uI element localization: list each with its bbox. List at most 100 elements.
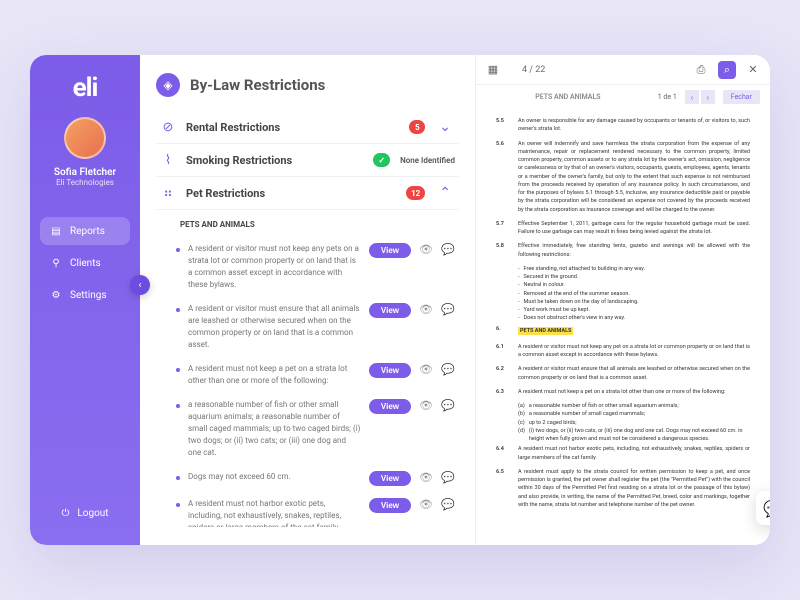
next-page-button[interactable]: › <box>701 90 715 104</box>
nav-label: Settings <box>70 290 107 301</box>
fechar-button[interactable]: Fechar <box>723 90 760 104</box>
eye-icon[interactable]: 👁 <box>419 243 433 257</box>
clause-text: A resident must not keep a pet on a stra… <box>518 388 750 396</box>
clause-row: 6.3A resident must not keep a pet on a s… <box>496 388 750 396</box>
eye-icon[interactable]: 👁 <box>419 399 433 413</box>
sub-item: Does not obstruct other's view in any wa… <box>524 314 626 322</box>
item-text: A resident must not harbor exotic pets, … <box>188 498 361 527</box>
view-button[interactable]: View <box>369 399 411 414</box>
comment-icon[interactable]: 💬 <box>441 399 455 413</box>
clause-row: 6.4A resident must not harbor exotic pet… <box>496 445 750 462</box>
comment-icon[interactable]: 💬 <box>441 498 455 512</box>
page-indicator: 4 / 22 <box>510 65 684 75</box>
clause-text: A resident must apply to the strata coun… <box>518 468 750 509</box>
close-icon[interactable]: ✕ <box>744 61 762 79</box>
sidebar: eli Sofia Fletcher Eli Technologies ▤Rep… <box>30 55 140 545</box>
view-button[interactable]: View <box>369 243 411 258</box>
clause-row: 5.5An owner is responsible for any damag… <box>496 117 750 134</box>
section-pet[interactable]: ⠶ Pet Restrictions 12 ⌃ <box>156 177 459 210</box>
nav: ▤ Reports ⚲Clients ⚙Settings <box>30 217 140 313</box>
clause-number: 6.1 <box>496 343 510 360</box>
sub-item: Free standing, not attached to building … <box>524 265 645 273</box>
none-identified: None Identified <box>400 156 455 165</box>
clause-text: An owner will indemnify and save harmles… <box>518 140 750 214</box>
count-badge: 5 <box>409 120 425 134</box>
clause-number: 6.5 <box>496 468 510 509</box>
clause-text: Effective September 1, 2011, garbage can… <box>518 220 750 237</box>
sub-item: Neutral in colour. <box>524 281 565 289</box>
clause-text: A resident or visitor must not keep any … <box>518 343 750 360</box>
clause-number: 6.2 <box>496 365 510 382</box>
sub-item: Secured in the ground. <box>524 273 579 281</box>
view-button[interactable]: View <box>369 363 411 378</box>
comment-icon[interactable]: 💬 <box>441 363 455 377</box>
chevron-up-icon[interactable]: ⌃ <box>435 185 455 201</box>
restriction-items: PETS AND ANIMALS A resident or visitor m… <box>156 210 459 527</box>
view-button[interactable]: View <box>369 498 411 513</box>
nav-reports[interactable]: ▤ Reports <box>40 217 130 245</box>
view-button[interactable]: View <box>369 303 411 318</box>
item-text: A resident or visitor must ensure that a… <box>188 303 361 351</box>
restriction-item: A resident or visitor must not keep any … <box>156 237 459 297</box>
nav-label: Reports <box>70 226 105 237</box>
search-icon[interactable]: ⌕ <box>718 61 736 79</box>
eye-icon[interactable]: 👁 <box>419 303 433 317</box>
bullet <box>176 368 180 372</box>
sub-item: Must be taken down on the day of landsca… <box>524 298 639 306</box>
clause-number: 6. <box>496 325 510 337</box>
nav-settings[interactable]: ⚙Settings <box>40 281 130 309</box>
comment-icon[interactable]: 💬 <box>441 303 455 317</box>
sub-text: up to 2 caged birds; <box>529 419 577 427</box>
view-button[interactable]: View <box>369 471 411 486</box>
clause-text: A resident must not harbor exotic pets, … <box>518 445 750 462</box>
comment-icon[interactable]: 💬 <box>441 471 455 485</box>
section-rental[interactable]: ⊘ Rental Restrictions 5 ⌄ <box>156 111 459 144</box>
clients-icon: ⚲ <box>50 257 62 269</box>
shield-icon: ◈ <box>156 73 180 97</box>
grid-icon[interactable]: ▦ <box>484 61 502 79</box>
user-company: Eli Technologies <box>56 178 114 187</box>
page-title: By-Law Restrictions <box>190 76 325 94</box>
items-header: PETS AND ANIMALS <box>156 216 459 237</box>
viewer-toolbar: ▦ 4 / 22 ⎙ ⌕ ✕ <box>476 55 770 85</box>
rental-icon: ⊘ <box>160 119 176 135</box>
print-icon[interactable]: ⎙ <box>692 61 710 79</box>
item-text: A resident or visitor must not keep any … <box>188 243 361 291</box>
logout-button[interactable]: ⏻Logout <box>41 500 128 527</box>
restriction-item: A resident must not harbor exotic pets, … <box>156 492 459 527</box>
logout-label: Logout <box>77 508 108 519</box>
collapse-sidebar-button[interactable]: ‹ <box>130 275 150 295</box>
comment-icon[interactable]: 💬 <box>441 243 455 257</box>
item-text: A resident must not keep a pet on a stra… <box>188 363 361 387</box>
restrictions-panel: ◈ By-Law Restrictions ⊘ Rental Restricti… <box>140 55 475 545</box>
doc-title: PETS AND ANIMALS <box>486 93 650 101</box>
username: Sofia Fletcher <box>54 167 116 178</box>
nav-clients[interactable]: ⚲Clients <box>40 249 130 277</box>
clause-number: 5.5 <box>496 117 510 134</box>
clause-number: 5.6 <box>496 140 510 214</box>
restriction-item: a reasonable number of fish or other sma… <box>156 393 459 465</box>
clause-row: 6.2A resident or visitor must ensure tha… <box>496 365 750 382</box>
eye-icon[interactable]: 👁 <box>419 363 433 377</box>
section-smoking[interactable]: ⌇ Smoking Restrictions ✓ None Identified <box>156 144 459 177</box>
eye-icon[interactable]: 👁 <box>419 471 433 485</box>
clause-row: 5.7Effective September 1, 2011, garbage … <box>496 220 750 237</box>
section-label: Smoking Restrictions <box>186 154 363 167</box>
document-viewer: ▦ 4 / 22 ⎙ ⌕ ✕ PETS AND ANIMALS 1 de 1 ‹… <box>475 55 770 545</box>
avatar[interactable] <box>64 117 106 159</box>
chevron-down-icon[interactable]: ⌄ <box>435 119 455 135</box>
clause-number: 5.8 <box>496 242 510 259</box>
smoking-icon: ⌇ <box>160 152 176 168</box>
chat-fab[interactable]: 💬 <box>756 491 770 525</box>
eye-icon[interactable]: 👁 <box>419 498 433 512</box>
highlighted-heading: PETS AND ANIMALS <box>518 327 573 335</box>
sub-text: (i) two dogs, or (ii) two cats, or (iii)… <box>529 427 750 444</box>
reports-icon: ▤ <box>50 225 62 237</box>
document-content[interactable]: 5.5An owner is responsible for any damag… <box>476 109 770 545</box>
restriction-item: A resident or visitor must ensure that a… <box>156 297 459 357</box>
bullet <box>176 404 180 408</box>
prev-page-button[interactable]: ‹ <box>685 90 699 104</box>
section-label: Rental Restrictions <box>186 121 399 134</box>
clause-row: 5.8Effective immediately, free standing … <box>496 242 750 259</box>
clause-row: 6.5 A resident must apply to the strata c… <box>496 468 750 509</box>
